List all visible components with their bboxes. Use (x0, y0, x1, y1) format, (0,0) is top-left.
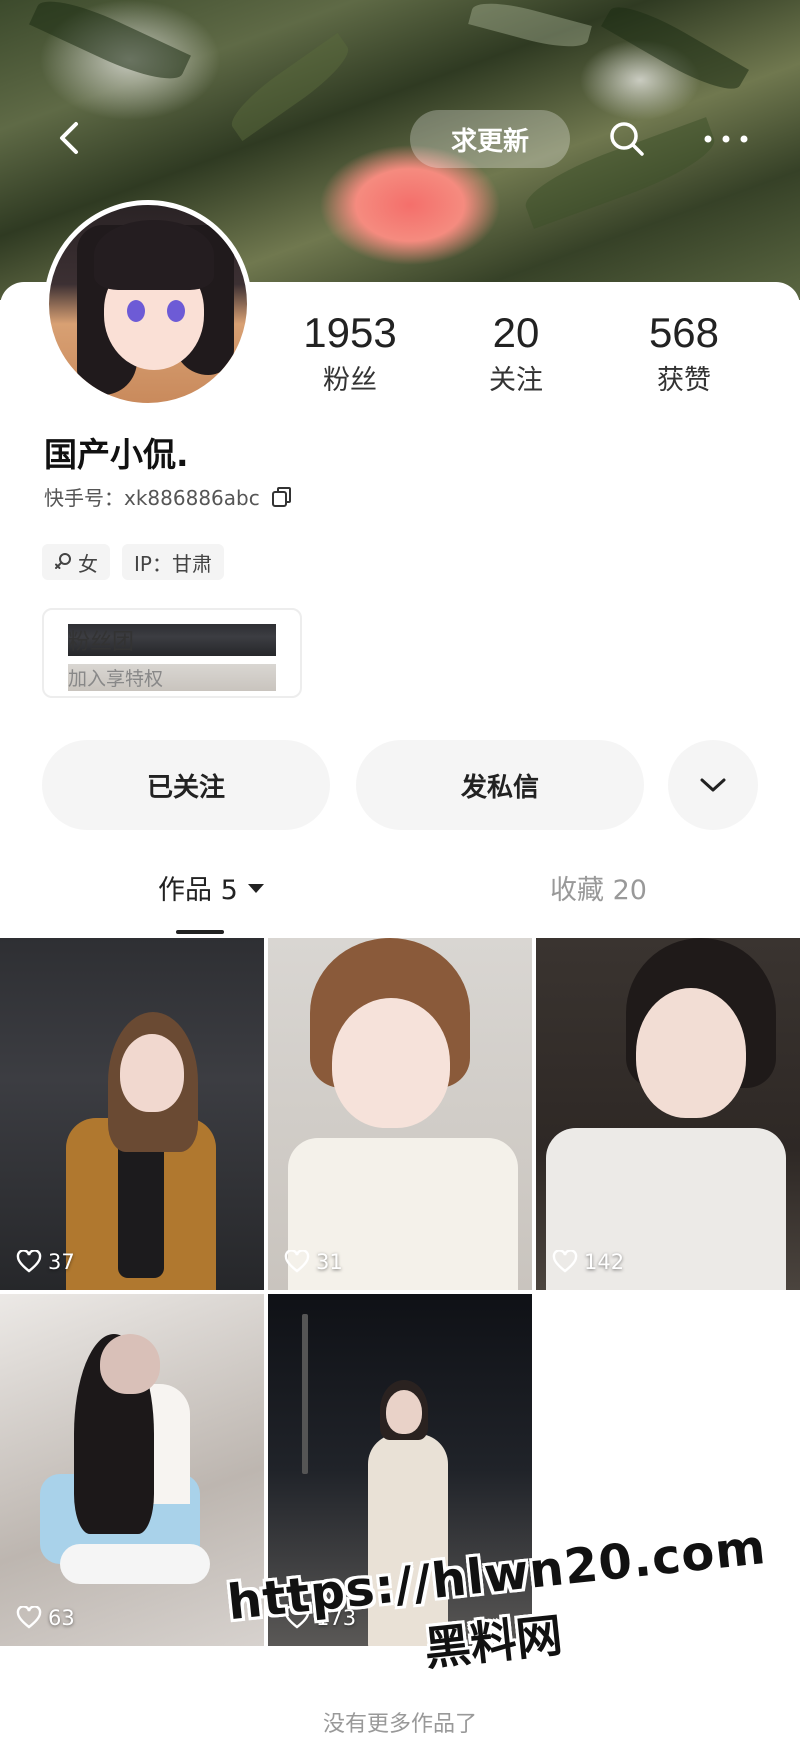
followed-button[interactable]: 已关注 (42, 740, 330, 830)
photo-face (100, 1334, 160, 1394)
chevron-left-icon (60, 122, 78, 154)
stat-value: 20 (492, 309, 540, 356)
username: 国产小侃. (44, 435, 189, 474)
like-count: 142 (552, 1250, 624, 1274)
avatar[interactable] (44, 200, 252, 408)
photo-legs (60, 1544, 210, 1584)
no-more-works-text: 没有更多作品了 (322, 1712, 477, 1737)
fan-club-card[interactable]: 粉丝团 加入享特权 (42, 608, 302, 698)
search-icon (610, 122, 644, 156)
work-thumbnail[interactable]: 142 (536, 938, 800, 1290)
ip-tag: IP：甘肃 (122, 544, 224, 580)
gender-label: 女 (78, 551, 98, 576)
back-button[interactable] (50, 118, 90, 158)
avatar-eye (167, 300, 185, 322)
heart-icon (552, 1250, 578, 1273)
more-dots-icon (704, 135, 748, 143)
chevron-down-icon (700, 778, 726, 792)
stat-followers[interactable]: 1953 粉丝 (280, 310, 420, 397)
search-button[interactable] (606, 118, 648, 160)
more-actions-button[interactable] (668, 740, 758, 830)
tab-works[interactable]: 作品 5 (158, 868, 266, 907)
avatar-bangs (94, 220, 214, 290)
like-count-value: 63 (48, 1606, 75, 1630)
request-update-button[interactable]: 求更新 (410, 110, 570, 168)
gender-tag: 女 (42, 544, 110, 580)
like-count-value: 37 (48, 1250, 75, 1274)
heart-icon (16, 1250, 42, 1273)
active-tab-indicator (176, 930, 224, 934)
stat-label: 关注 (489, 365, 543, 396)
kuaishou-id: 快手号：xk886886abc (44, 486, 260, 510)
like-count-value: 31 (316, 1250, 343, 1274)
work-thumbnail[interactable]: 37 (0, 938, 264, 1290)
like-count: 31 (284, 1250, 343, 1274)
stat-value: 568 (648, 309, 720, 356)
cover-leaf (601, 0, 749, 102)
photo-face (120, 1034, 184, 1112)
stat-likes[interactable]: 568 获赞 (614, 310, 754, 397)
caret-down-icon (247, 883, 264, 893)
work-thumbnail[interactable]: 63 (0, 1294, 264, 1646)
like-count: 37 (16, 1250, 75, 1274)
like-count-value: 142 (584, 1250, 625, 1274)
stat-following[interactable]: 20 关注 (446, 310, 586, 397)
photo-face (386, 1390, 422, 1434)
tab-works-label: 作品 5 (158, 875, 238, 906)
top-bar: 求更新 (0, 100, 800, 180)
avatar-eye (127, 300, 145, 322)
fan-club-title: 粉丝团 (68, 624, 276, 656)
heart-icon (16, 1606, 42, 1629)
like-count: 63 (16, 1606, 75, 1630)
work-thumbnail[interactable]: 31 (268, 938, 532, 1290)
photo-face (636, 988, 746, 1118)
copy-icon[interactable] (270, 485, 294, 509)
female-icon (55, 553, 71, 569)
cover-leaf (468, 0, 592, 56)
send-message-button[interactable]: 发私信 (356, 740, 644, 830)
ip-label: IP：甘肃 (134, 551, 212, 576)
cover-leaf (29, 0, 191, 92)
heart-icon (284, 1250, 310, 1273)
fan-club-subtitle: 加入享特权 (68, 664, 276, 691)
profile-tags: 女 IP：甘肃 (42, 544, 224, 580)
kuaishou-id-row: 快手号：xk886886abc (44, 482, 294, 511)
stat-label: 获赞 (657, 365, 711, 396)
content-tabs: 作品 5 收藏 20 (0, 868, 800, 938)
photo-face (332, 998, 450, 1128)
more-button[interactable] (698, 118, 758, 160)
photo-lamp (302, 1314, 308, 1474)
tab-favorites[interactable]: 收藏 20 (550, 868, 647, 907)
stat-label: 粉丝 (323, 365, 377, 396)
stat-value: 1953 (303, 309, 397, 356)
